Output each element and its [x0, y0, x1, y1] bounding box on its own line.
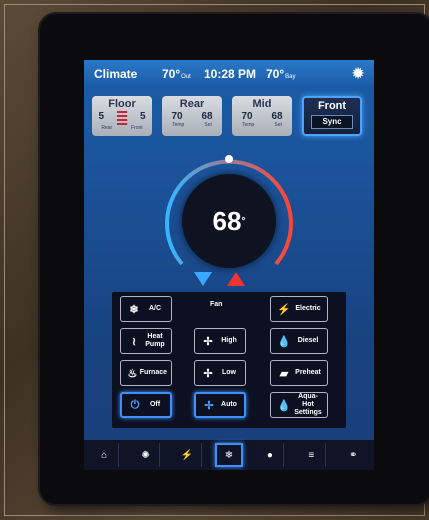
electric-label: Electric — [295, 305, 321, 312]
heat-pump-button[interactable]: ≀ Heat Pump — [120, 328, 172, 354]
zone-front-name: Front — [317, 100, 347, 112]
fan-icon: ✢ — [203, 367, 213, 380]
fan-label: Fan — [210, 301, 223, 308]
furnace-label: Furnace — [139, 369, 167, 376]
bottom-nav: ⌂ ✺ ⚡ ❄ ● ≡ ⚭ — [84, 440, 374, 470]
aqua-hot-settings-button[interactable]: 💧 Aqua-Hot Settings — [270, 392, 328, 418]
zone-mid-name: Mid — [252, 98, 272, 110]
engine-icon: ▰ — [279, 367, 289, 380]
diesel-label: Diesel — [297, 337, 319, 344]
temp-down-button[interactable] — [194, 272, 212, 286]
shade-icon[interactable]: ● — [256, 443, 285, 467]
diesel-button[interactable]: 💧 Diesel — [270, 328, 328, 354]
floor-level-bars — [116, 111, 127, 125]
gear-icon[interactable]: ✹ — [352, 65, 364, 82]
touchscreen: Climate 70°Out 10:28 PM 70°Bay ✹ Floor 5… — [84, 60, 374, 470]
home-icon[interactable]: ⌂ — [91, 443, 119, 467]
zone-front[interactable]: Front Sync — [302, 96, 362, 136]
floor-rear-value: 5 — [98, 111, 105, 122]
top-bar: Climate 70°Out 10:28 PM 70°Bay ✹ — [84, 60, 374, 88]
mid-temp-value: 70 — [241, 111, 253, 122]
fan-high-button[interactable]: ✢ High — [194, 328, 246, 354]
fan-low-button[interactable]: ✢ Low — [194, 360, 246, 386]
mid-temp-label: Temp — [242, 122, 255, 128]
ac-label: A/C — [148, 305, 162, 312]
ac-button[interactable]: ❄ A/C — [120, 296, 172, 322]
heat-pump-label: Heat Pump — [145, 333, 165, 348]
power-icon[interactable]: ⚡ — [174, 443, 202, 467]
app-title: Climate — [94, 67, 138, 81]
power-icon: ⏻ — [130, 398, 140, 411]
fan-auto-button[interactable]: ✢ Auto — [194, 392, 246, 418]
rear-set-label: Set — [204, 122, 212, 128]
zone-rear-labels: Temp Set — [162, 122, 222, 128]
climate-icon[interactable]: ❄ — [214, 443, 243, 467]
setpoint-display: 68 ° — [182, 174, 276, 268]
rear-temp-label: Temp — [172, 122, 185, 128]
clock: 10:28 PM — [204, 67, 257, 81]
mid-set-label: Set — [274, 122, 282, 128]
aqua-hot-label: Aqua-Hot Settings — [294, 393, 322, 416]
temp-up-button[interactable] — [227, 272, 245, 286]
zone-floor-labels: Rear Front — [92, 125, 152, 131]
light-icon[interactable]: ✺ — [132, 443, 161, 467]
preheat-button[interactable]: ▰ Preheat — [270, 360, 328, 386]
furnace-button[interactable]: ♨ Furnace — [120, 360, 172, 386]
setpoint-unit: ° — [241, 215, 246, 227]
floor-front-label: Front — [130, 125, 143, 131]
droplet-icon: 💧 — [277, 399, 291, 412]
zone-mid-values: 70 68 — [232, 111, 292, 122]
zone-mid[interactable]: Mid 70 68 Temp Set — [232, 96, 292, 136]
zone-rear[interactable]: Rear 70 68 Temp Set — [162, 96, 222, 136]
zone-floor-name: Floor — [108, 98, 136, 110]
dial-knob[interactable] — [225, 155, 233, 163]
zone-rear-name: Rear — [179, 98, 205, 110]
rear-temp-value: 70 — [171, 111, 183, 122]
outside-temp: 70°Out — [162, 67, 191, 81]
setpoint-value: 68 — [212, 205, 242, 236]
zone-floor-values: 5 5 — [92, 111, 152, 125]
fan-icon: ✢ — [203, 335, 213, 348]
lightning-icon: ⚡ — [277, 303, 291, 316]
flame-icon: ♨ — [127, 367, 138, 380]
preheat-label: Preheat — [295, 369, 321, 376]
sync-button[interactable]: Sync — [311, 115, 353, 129]
zone-floor[interactable]: Floor 5 5 Rear Front — [92, 96, 152, 136]
mid-set-value: 68 — [271, 111, 283, 122]
zone-rear-values: 70 68 — [162, 111, 222, 122]
bay-temp: 70°Bay — [266, 67, 296, 81]
auto-label: Auto — [221, 401, 237, 408]
droplet-icon: 💧 — [277, 335, 291, 348]
off-button[interactable]: ⏻ Off — [120, 392, 172, 418]
heat-icon: ≀ — [131, 335, 137, 348]
snowflake-icon: ❄ — [129, 303, 139, 316]
off-label: Off — [149, 401, 161, 408]
floor-front-value: 5 — [139, 111, 146, 122]
rear-set-value: 68 — [201, 111, 213, 122]
low-label: Low — [222, 369, 236, 376]
fan-icon: ✢ — [204, 399, 214, 412]
connect-icon[interactable]: ⚭ — [339, 443, 367, 467]
high-label: High — [221, 337, 237, 344]
zone-mid-labels: Temp Set — [232, 122, 292, 128]
floor-rear-label: Rear — [101, 125, 113, 131]
menu-icon[interactable]: ≡ — [298, 443, 326, 467]
electric-button[interactable]: ⚡ Electric — [270, 296, 328, 322]
control-panel: ❄ A/C Fan ⚡ Electric ≀ Heat Pump ✢ High … — [112, 292, 346, 428]
